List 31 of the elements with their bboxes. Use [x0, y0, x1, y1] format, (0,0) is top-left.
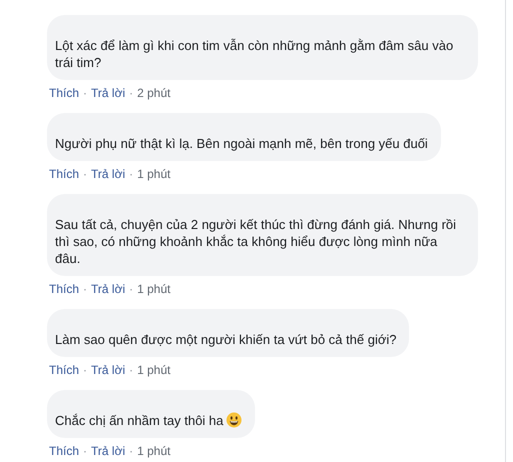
- like-link[interactable]: Thích: [49, 362, 80, 378]
- separator-dot: ·: [129, 362, 134, 378]
- reply-link[interactable]: Trả lời: [91, 85, 126, 101]
- comment-text: Làm sao quên được một người khiến ta vứt bỏ cả thế giới?: [55, 332, 396, 347]
- comment-time[interactable]: 1 phút: [137, 281, 170, 297]
- separator-dot: ·: [129, 281, 134, 297]
- separator-dot: ·: [83, 281, 88, 297]
- like-link[interactable]: Thích: [49, 166, 80, 182]
- comment-text: Người phụ nữ thật kì lạ. Bên ngoài mạnh mẽ, bên trong yếu đuối: [55, 136, 428, 151]
- separator-dot: ·: [83, 362, 88, 378]
- reply-link[interactable]: Trả lời: [91, 362, 126, 378]
- separator-dot: ·: [129, 443, 134, 459]
- separator-dot: ·: [83, 443, 88, 459]
- separator-dot: ·: [129, 85, 134, 101]
- comment-time[interactable]: 1 phút: [137, 362, 170, 378]
- comment-text: Sau tất cả, chuyện của 2 người kết thúc thì đừng đánh giá. Nhưng rồi thì sao, có những khoảnh khắc ta không hiểu được lòng mình nữa đâu.: [55, 217, 456, 266]
- separator-dot: ·: [83, 166, 88, 182]
- separator-dot: ·: [129, 166, 134, 182]
- like-link[interactable]: Thích: [49, 281, 80, 297]
- comment-time[interactable]: 1 phút: [137, 443, 170, 459]
- comment-text: Chắc chị ấn nhầm tay thôi ha: [55, 413, 224, 428]
- reply-link[interactable]: Trả lời: [91, 166, 126, 182]
- like-link[interactable]: Thích: [49, 85, 80, 101]
- reply-link[interactable]: Trả lời: [91, 281, 126, 297]
- separator-dot: ·: [83, 85, 88, 101]
- comment-text: Lột xác để làm gì khi con tim vẫn còn những mảnh gằm đâm sâu vào trái tim?: [55, 38, 454, 70]
- smiley-emoji-icon: [226, 412, 242, 428]
- reply-link[interactable]: Trả lời: [91, 443, 126, 459]
- like-link[interactable]: Thích: [49, 443, 80, 459]
- comment-time[interactable]: 1 phút: [137, 166, 170, 182]
- comment-time[interactable]: 2 phút: [137, 85, 170, 101]
